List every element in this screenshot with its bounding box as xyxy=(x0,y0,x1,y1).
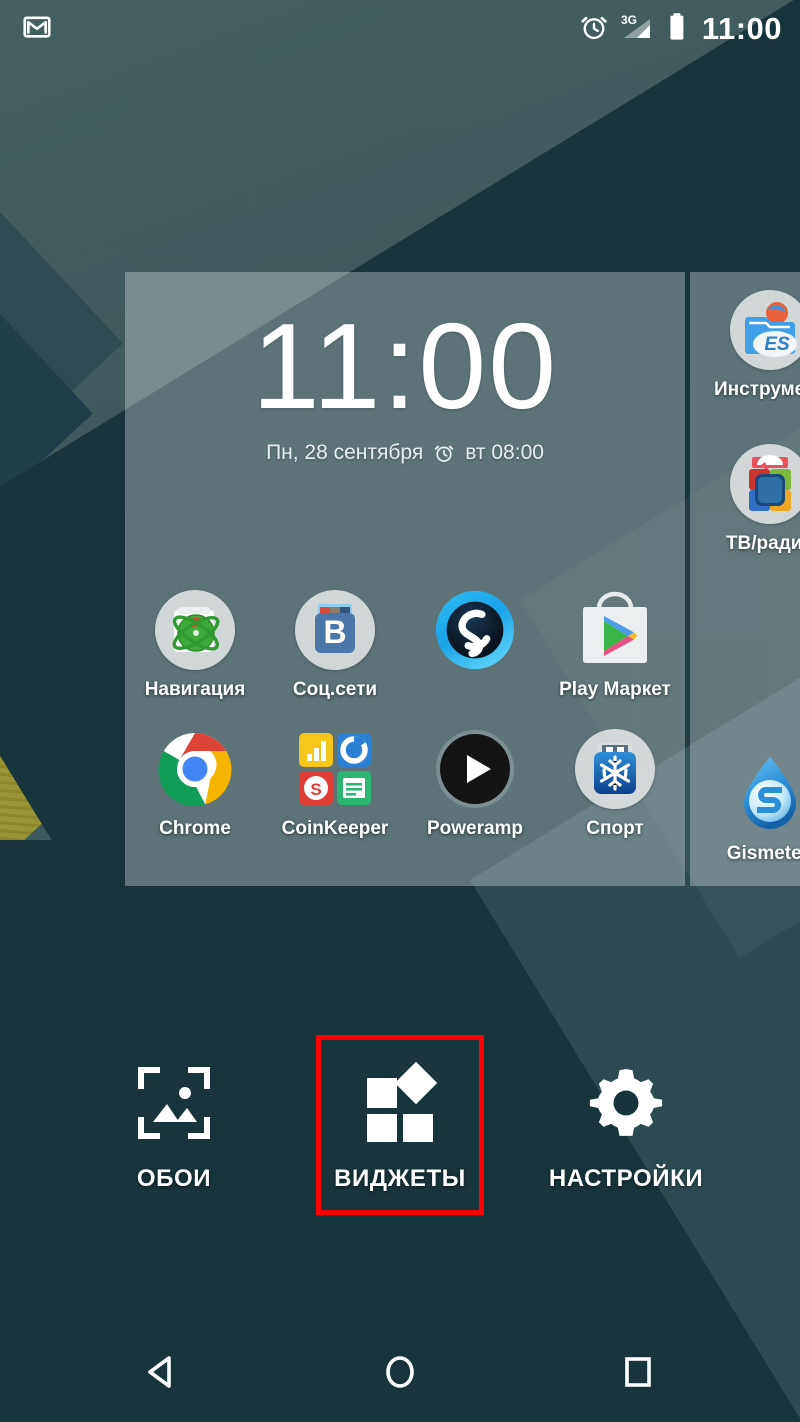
status-bar[interactable]: 3G 11:00 xyxy=(0,0,800,58)
app-icon-poweramp[interactable]: Poweramp xyxy=(405,727,545,840)
gismeteo-droplet-icon xyxy=(728,752,800,836)
app-label: Play Маркет xyxy=(559,679,671,700)
app-label: Gismeteo xyxy=(726,843,800,864)
alarm-clock-icon xyxy=(579,12,609,47)
chrome-icon xyxy=(153,727,237,811)
app-icon-tools[interactable]: ES Инструмент xyxy=(690,288,800,401)
app-icon-navigation[interactable]: Навигация xyxy=(125,588,265,701)
poweramp-icon xyxy=(433,727,517,811)
app-icon-tv-radio[interactable]: ТВ/радио xyxy=(690,442,800,555)
app-grid-row-2: Chrome S CoinKeeper Poweramp Спорт xyxy=(125,727,685,840)
network-type-label: 3G xyxy=(621,13,637,27)
app-label: Chrome xyxy=(159,818,231,839)
clock-widget[interactable]: 11:00 Пн, 28 сентября вт 08:00 xyxy=(125,290,685,480)
android-home-screen: 3G 11:00 11:00 Пн, 28 сентября вт 08:00 … xyxy=(0,0,800,1422)
app-icon-sport[interactable]: Спорт xyxy=(545,727,685,840)
widgets-button[interactable]: ВИДЖЕТЫ xyxy=(316,1035,484,1215)
vk-folder-icon: В xyxy=(293,588,377,672)
coinkeeper-icon: S xyxy=(293,727,377,811)
svg-text:ES: ES xyxy=(764,334,790,355)
home-options-bar: ОБОИ ВИДЖЕТЫ НАСТРОЙКИ xyxy=(0,1035,800,1235)
app-icon-coinkeeper[interactable]: S CoinKeeper xyxy=(265,727,405,840)
status-bar-system-icons[interactable]: 3G 11:00 xyxy=(579,11,782,48)
widgets-icon xyxy=(359,1057,441,1149)
app-label: Спорт xyxy=(586,818,644,839)
battery-full-icon xyxy=(667,11,687,48)
alarm-clock-icon xyxy=(433,442,455,464)
navigation-bar xyxy=(0,1322,800,1422)
action-label: ОБОИ xyxy=(136,1165,212,1192)
wallpapers-button[interactable]: ОБОИ xyxy=(90,1035,258,1215)
signal-bars-icon: 3G xyxy=(620,11,656,48)
wallpaper-image-icon xyxy=(135,1057,213,1149)
app-label: Poweramp xyxy=(426,818,524,839)
app-grid-row-1: Навигация В Соц.сети Play Маркет xyxy=(125,588,685,701)
action-label: НАСТРОЙКИ xyxy=(548,1165,704,1192)
shazam-icon xyxy=(433,588,517,672)
status-bar-notifications[interactable] xyxy=(22,12,52,47)
app-icon-play-market[interactable]: Play Маркет xyxy=(545,588,685,701)
recents-square-icon[interactable] xyxy=(603,1337,673,1407)
back-triangle-icon[interactable] xyxy=(127,1337,197,1407)
action-label: ВИДЖЕТЫ xyxy=(334,1165,466,1192)
clock-widget-subline: Пн, 28 сентября вт 08:00 xyxy=(266,441,544,465)
status-bar-clock: 11:00 xyxy=(701,11,782,46)
app-label: Инструмент xyxy=(713,379,800,400)
app-label: Навигация xyxy=(144,679,246,700)
app-icon-social[interactable]: В Соц.сети xyxy=(265,588,405,701)
app-icon-chrome[interactable]: Chrome xyxy=(125,727,265,840)
app-label: CoinKeeper xyxy=(281,818,389,839)
sport-snowflake-folder-icon xyxy=(573,727,657,811)
app-label: Соц.сети xyxy=(292,679,378,700)
gmail-icon xyxy=(22,12,52,47)
play-store-icon xyxy=(573,588,657,672)
app-label: ТВ/радио xyxy=(725,533,800,554)
clock-widget-time: 11:00 xyxy=(251,298,559,434)
app-icon-gismeteo[interactable]: Gismeteo xyxy=(690,752,800,865)
clock-widget-alarm-time: вт 08:00 xyxy=(465,441,544,464)
clock-widget-date: Пн, 28 сентября xyxy=(266,441,424,464)
home-circle-icon[interactable] xyxy=(365,1337,435,1407)
tv-radio-folder-icon xyxy=(728,442,800,526)
es-file-explorer-folder-icon: ES xyxy=(728,288,800,372)
settings-button[interactable]: НАСТРОЙКИ xyxy=(542,1035,710,1215)
svg-text:В: В xyxy=(323,614,346,650)
settings-gear-icon xyxy=(586,1057,666,1149)
svg-text:S: S xyxy=(310,780,321,799)
app-icon-shazam[interactable] xyxy=(405,588,545,701)
navigation-folder-icon xyxy=(153,588,237,672)
